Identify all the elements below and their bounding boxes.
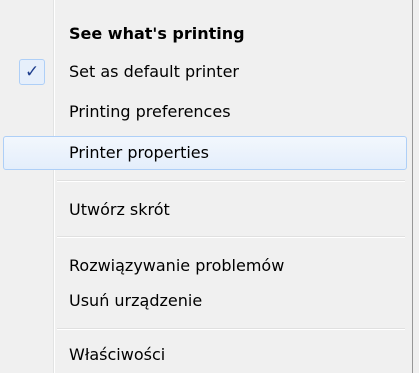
menu-separator <box>57 180 405 182</box>
menu-item-label: Właściwości <box>69 345 166 364</box>
menu-item-properties[interactable]: Właściwości <box>3 338 407 372</box>
menu-item-printing-preferences[interactable]: Printing preferences <box>3 95 407 129</box>
menu-item-printer-properties[interactable]: Printer properties <box>3 136 407 170</box>
context-menu: See what's printing ✓ Set as default pri… <box>0 0 413 373</box>
menu-item-label: Set as default printer <box>69 62 239 81</box>
menu-separator <box>57 328 405 330</box>
menu-item-set-default-printer[interactable]: ✓ Set as default printer <box>3 55 407 89</box>
menu-item-see-whats-printing[interactable]: See what's printing <box>3 17 407 51</box>
menu-item-label: Usuń urządzenie <box>69 291 203 310</box>
menu-item-remove-device[interactable]: Usuń urządzenie <box>3 284 407 318</box>
menu-item-troubleshoot[interactable]: Rozwiązywanie problemów <box>3 249 407 283</box>
menu-item-label: Utwórz skrót <box>69 200 170 219</box>
menu-item-label: See what's printing <box>69 24 245 43</box>
checkmark-box: ✓ <box>19 59 45 85</box>
checkmark-icon: ✓ <box>25 62 40 82</box>
menu-item-label: Printing preferences <box>69 102 231 121</box>
menu-item-label: Printer properties <box>69 143 209 162</box>
menu-item-label: Rozwiązywanie problemów <box>69 256 285 275</box>
menu-separator <box>57 236 405 238</box>
menu-item-create-shortcut[interactable]: Utwórz skrót <box>3 193 407 227</box>
